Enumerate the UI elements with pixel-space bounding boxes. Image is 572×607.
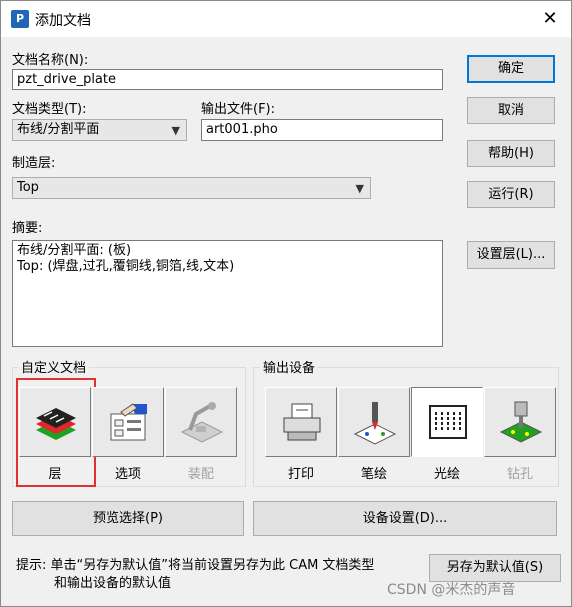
app-icon: P [11,10,29,28]
cancel-button[interactable]: 取消 [467,97,555,124]
options-tile[interactable] [92,387,164,457]
print-tile-label: 打印 [287,467,314,482]
layer-label: 制造层: [12,156,56,171]
close-icon[interactable]: ✕ [537,7,563,31]
help-button[interactable]: 帮助(H) [467,140,555,167]
photo-tile-label: 光绘 [433,467,460,482]
window-title: 添加文档 [35,13,91,29]
doc-name-label: 文档名称(N): [12,53,89,68]
layer-select[interactable]: Top ▼ [12,177,371,199]
output-file-label: 输出文件(F): [201,102,276,117]
drill-tile [484,387,556,457]
hint-line-1: 提示: 单击“另存为默认值”将当前设置另存为此 CAM 文档类型 [16,558,375,573]
title-bar: P 添加文档 ✕ [1,1,571,37]
add-document-dialog: P 添加文档 ✕ 文档名称(N): pzt_drive_plate 文档类型(T… [0,0,572,607]
options-icon [110,403,147,441]
print-tile[interactable] [265,387,337,457]
printer-icon [283,403,321,441]
doc-type-value: 布线/分割平面 [17,122,100,137]
highlight-box [16,378,96,487]
pen-plotter-icon [353,402,397,445]
doc-type-label: 文档类型(T): [12,102,87,117]
doc-name-input[interactable]: pzt_drive_plate [12,69,443,90]
watermark-text: CSDN @米杰的声音 [387,582,516,598]
photo-tile[interactable] [411,387,483,457]
summary-line-1: 布线/分割平面: (板) [17,243,132,258]
ok-button[interactable]: 确定 [467,55,555,83]
preview-button[interactable]: 预览选择(P) [12,501,244,536]
options-tile-label: 选项 [114,467,141,482]
hint-text: 提示: 单击“另存为默认值”将当前设置另存为此 CAM 文档类型 和输出设备的默… [16,557,374,593]
pen-tile-label: 笔绘 [360,467,387,482]
run-button[interactable]: 运行(R) [467,181,555,208]
assembly-icon [180,402,224,443]
layers-button[interactable]: 设置层(L)... [467,241,555,269]
summary-line-2: Top: (焊盘,过孔,覆铜线,铜箔,线,文本) [17,259,235,274]
chevron-down-icon: ▼ [171,124,180,137]
custom-doc-title: 自定义文档 [18,357,90,376]
output-device-title: 输出设备 [260,357,319,376]
summary-box: 布线/分割平面: (板) Top: (焊盘,过孔,覆铜线,铜箔,线,文本) [12,240,443,347]
hint-line-2: 和输出设备的默认值 [54,576,172,591]
device-setup-button[interactable]: 设备设置(D)... [253,501,557,536]
assembly-tile [165,387,237,457]
drill-icon [499,401,543,443]
output-file-input[interactable]: art001.pho [201,119,443,141]
layer-value: Top [17,180,39,195]
drill-tile-label: 钻孔 [506,467,533,482]
summary-label: 摘要: [12,221,43,236]
save-default-button[interactable]: 另存为默认值(S) [429,554,561,582]
photoplot-icon [429,405,467,439]
doc-type-select[interactable]: 布线/分割平面 ▼ [12,119,187,141]
assembly-tile-label: 装配 [187,467,214,482]
pen-tile[interactable] [338,387,410,457]
chevron-down-icon: ▼ [355,182,364,195]
